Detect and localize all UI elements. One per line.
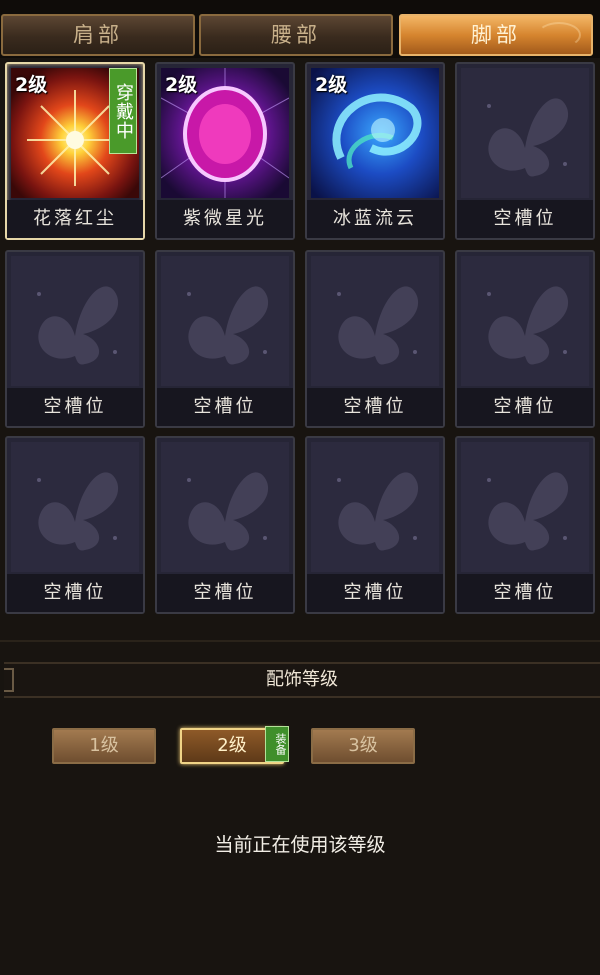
tab-shoulder[interactable]: 肩部 [1,14,195,56]
butterfly-placeholder-icon [461,256,589,386]
accessory-slot-1[interactable]: 2级 穿戴中 花落红尘 [5,62,145,240]
tab-bar: 肩部 腰部 脚部 [0,0,600,58]
slot-name: 空槽位 [157,388,293,426]
slot-name: 空槽位 [7,388,143,426]
slot-name: 空槽位 [307,574,443,612]
empty-slot[interactable]: 空槽位 [5,436,145,614]
tab-waist[interactable]: 腰部 [199,14,393,56]
slot-name: 空槽位 [457,574,593,612]
empty-slot[interactable]: 空槽位 [455,250,595,428]
wearing-badge: 穿戴中 [109,68,137,154]
swirl-ornament-icon [537,22,581,48]
slot-name: 冰蓝流云 [307,200,443,238]
equipped-badge: 装备 [265,726,289,762]
empty-slot[interactable]: 空槽位 [305,436,445,614]
level-1-button[interactable]: 1级 [52,728,156,764]
accessory-slot-2[interactable]: 2级 紫微星光 [155,62,295,240]
empty-slot[interactable]: 空槽位 [305,250,445,428]
slot-name: 空槽位 [7,574,143,612]
level-status-text: 当前正在使用该等级 [214,834,386,856]
slot-name: 紫微星光 [157,200,293,238]
empty-slot[interactable]: 空槽位 [455,436,595,614]
tab-feet[interactable]: 脚部 [399,14,593,56]
slot-name: 空槽位 [457,388,593,426]
butterfly-placeholder-icon [311,442,439,572]
slot-level: 2级 [15,74,48,96]
butterfly-placeholder-icon [461,442,589,572]
butterfly-placeholder-icon [461,68,589,198]
slot-name: 空槽位 [307,388,443,426]
butterfly-placeholder-icon [11,256,139,386]
butterfly-placeholder-icon [161,442,289,572]
level-panel-title: 配饰等级 [266,669,338,690]
slot-level: 2级 [315,74,348,96]
butterfly-placeholder-icon [311,256,439,386]
butterfly-placeholder-icon [161,256,289,386]
level-panel-header: 配饰等级 [4,662,600,698]
accessory-slot-3[interactable]: 2级 冰蓝流云 [305,62,445,240]
empty-slot[interactable]: 空槽位 [5,250,145,428]
slot-name: 花落红尘 [7,200,143,238]
slot-level: 2级 [165,74,198,96]
empty-slot[interactable]: 空槽位 [155,436,295,614]
level-3-button[interactable]: 3级 [311,728,415,764]
tab-feet-label: 脚部 [471,23,521,47]
butterfly-placeholder-icon [11,442,139,572]
slot-name: 空槽位 [457,200,593,238]
empty-slot[interactable]: 空槽位 [455,62,595,240]
section-divider [0,640,600,642]
empty-slot[interactable]: 空槽位 [155,250,295,428]
slot-name: 空槽位 [157,574,293,612]
